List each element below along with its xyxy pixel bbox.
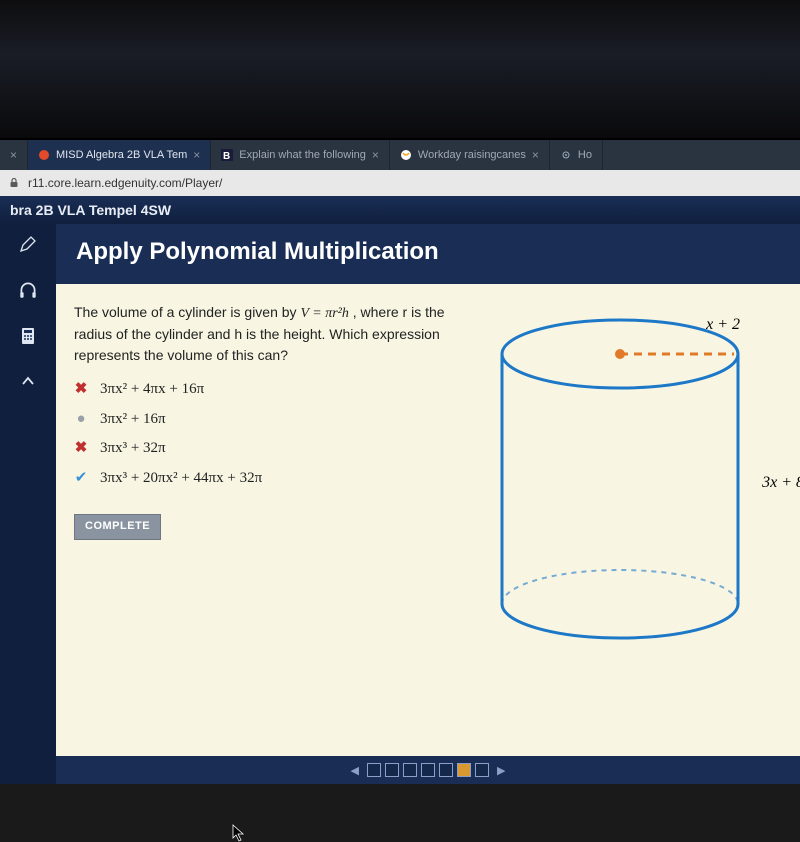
collapse-icon[interactable] bbox=[14, 368, 42, 396]
nav-step[interactable] bbox=[421, 763, 435, 777]
mark-unselected-icon: ● bbox=[74, 409, 88, 431]
slide-title: Apply Polynomial Multiplication bbox=[56, 224, 800, 284]
tab-label: Workday raisingcanes bbox=[418, 149, 526, 161]
option-text: 3πx³ + 20πx² + 44πx + 32π bbox=[100, 468, 262, 490]
option-b[interactable]: ● 3πx² + 16π bbox=[74, 409, 464, 431]
tab-partial[interactable]: Ho bbox=[550, 140, 603, 170]
tab-brainly[interactable]: B Explain what the following × bbox=[211, 140, 390, 170]
close-icon[interactable]: × bbox=[372, 148, 379, 162]
tab-misd-algebra[interactable]: MISD Algebra 2B VLA Tem × bbox=[28, 140, 211, 170]
option-c[interactable]: ✖ 3πx³ + 32π bbox=[74, 438, 464, 460]
slide-content: Apply Polynomial Multiplication The volu… bbox=[56, 224, 800, 784]
address-bar[interactable]: r11.core.learn.edgenuity.com/Player/ bbox=[0, 170, 800, 196]
stem-pre: The volume of a cylinder is given by bbox=[74, 304, 300, 320]
option-d[interactable]: ✔ 3πx³ + 20πx² + 44πx + 32π bbox=[74, 468, 464, 490]
close-icon[interactable]: × bbox=[193, 148, 200, 162]
option-a[interactable]: ✖ 3πx² + 4πx + 16π bbox=[74, 379, 464, 401]
mouse-cursor-icon bbox=[232, 824, 246, 842]
calculator-icon[interactable] bbox=[14, 322, 42, 350]
nav-step-current[interactable] bbox=[457, 763, 471, 777]
nav-prev-icon[interactable]: ◀ bbox=[347, 764, 363, 777]
complete-button[interactable]: COMPLETE bbox=[74, 514, 161, 540]
nav-next-icon[interactable]: ▶ bbox=[493, 764, 509, 777]
answer-options: ✖ 3πx² + 4πx + 16π ● 3πx² + 16π ✖ 3πx³ +… bbox=[74, 379, 464, 490]
tab-label: Ho bbox=[578, 149, 592, 161]
option-text: 3πx² + 16π bbox=[100, 409, 166, 431]
lesson-nav-footer: ◀ ▶ bbox=[56, 756, 800, 784]
browser-tab-strip: × MISD Algebra 2B VLA Tem × B Explain wh… bbox=[0, 140, 800, 170]
mark-correct-icon: ✔ bbox=[74, 468, 88, 490]
url-text: r11.core.learn.edgenuity.com/Player/ bbox=[28, 176, 222, 190]
close-icon[interactable]: × bbox=[10, 148, 17, 162]
lesson-workspace: Apply Polynomial Multiplication The volu… bbox=[0, 224, 800, 784]
pencil-icon[interactable] bbox=[14, 230, 42, 258]
course-title: bra 2B VLA Tempel 4SW bbox=[10, 202, 171, 218]
headphones-icon[interactable] bbox=[14, 276, 42, 304]
photo-background-top bbox=[0, 0, 800, 140]
extension-icon bbox=[560, 149, 572, 161]
mark-wrong-icon: ✖ bbox=[74, 379, 88, 401]
option-text: 3πx² + 4πx + 16π bbox=[100, 379, 204, 401]
nav-step[interactable] bbox=[403, 763, 417, 777]
option-text: 3πx³ + 32π bbox=[100, 438, 166, 460]
tab-label: Explain what the following bbox=[239, 149, 366, 161]
tab-workday[interactable]: Workday raisingcanes × bbox=[390, 140, 550, 170]
nav-step[interactable] bbox=[439, 763, 453, 777]
nav-step[interactable] bbox=[385, 763, 399, 777]
question-stem: The volume of a cylinder is given by V =… bbox=[74, 302, 464, 365]
height-label: 3x + 8 bbox=[762, 474, 800, 492]
slide-body: The volume of a cylinder is given by V =… bbox=[56, 284, 800, 756]
course-header: bra 2B VLA Tempel 4SW bbox=[0, 196, 800, 224]
question-panel: The volume of a cylinder is given by V =… bbox=[74, 302, 464, 746]
close-icon[interactable]: × bbox=[532, 148, 539, 162]
mark-wrong-icon: ✖ bbox=[74, 438, 88, 460]
tab-label: MISD Algebra 2B VLA Tem bbox=[56, 149, 187, 161]
lock-icon bbox=[8, 177, 20, 189]
svg-text:B: B bbox=[223, 151, 230, 161]
radius-label: x + 2 bbox=[706, 316, 740, 334]
nav-step[interactable] bbox=[475, 763, 489, 777]
brainly-icon: B bbox=[221, 149, 233, 161]
left-toolbar bbox=[0, 224, 56, 784]
canvas-icon bbox=[38, 149, 50, 161]
nav-step[interactable] bbox=[367, 763, 381, 777]
stem-formula: V = πr²h bbox=[300, 306, 348, 321]
tab-blank[interactable]: × bbox=[0, 140, 28, 170]
workday-icon bbox=[400, 149, 412, 161]
cylinder-figure: x + 2 3x + 8 bbox=[480, 304, 800, 664]
